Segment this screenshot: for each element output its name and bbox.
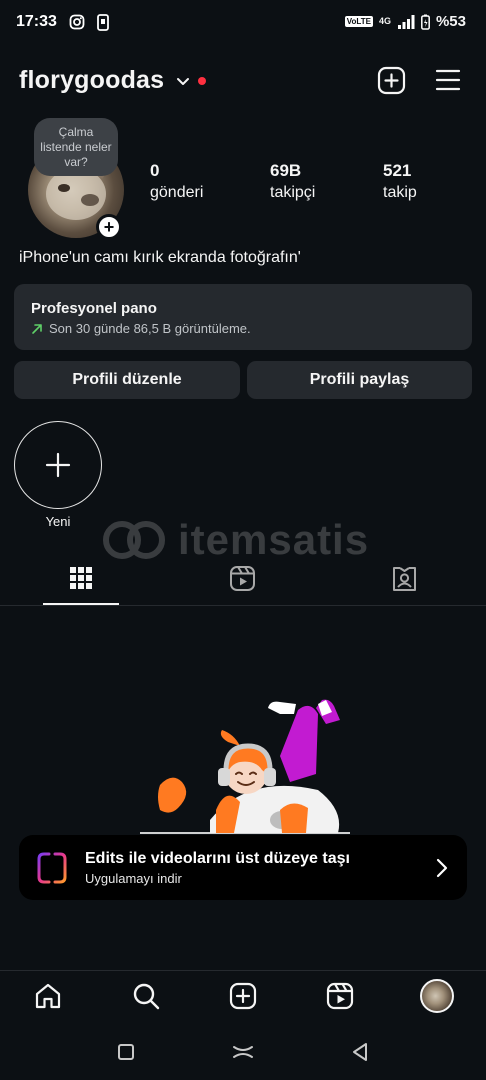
- signal-icon: [397, 14, 415, 29]
- notification-dot: [198, 77, 206, 85]
- profile-bio: iPhone'un camı kırık ekranda fotoğrafın': [19, 249, 301, 266]
- tabs-divider: [0, 605, 486, 606]
- trend-up-icon: [32, 323, 42, 334]
- menu-icon[interactable]: [435, 68, 461, 92]
- note-text: Çalma listende neler var?: [40, 124, 112, 169]
- dashboard-subtitle-row: Son 30 günde 86,5 B görüntüleme.: [31, 321, 251, 336]
- empty-state-illustration: [140, 699, 350, 834]
- active-tab-indicator: [43, 603, 119, 605]
- edit-profile-button[interactable]: Profili düzenle: [14, 361, 240, 399]
- sim-notification-icon: [97, 14, 109, 31]
- profile-note-bubble[interactable]: Çalma listende neler var?: [34, 118, 118, 176]
- professional-dashboard-card[interactable]: Profesyonel pano Son 30 günde 86,5 B gör…: [14, 284, 472, 350]
- tagged-tab-icon[interactable]: [391, 565, 418, 592]
- status-bar: 17:33 VoLTE 4G %53: [0, 0, 486, 48]
- stat-followers-label: takipçi: [270, 184, 316, 201]
- profile-username[interactable]: florygoodas: [19, 66, 164, 95]
- edits-app-banner[interactable]: Edits ile videolarını üst düzeye taşı Uy…: [19, 835, 467, 900]
- battery-level: %53: [435, 13, 466, 30]
- home-nav-button[interactable]: [33, 981, 63, 1011]
- chevron-down-icon[interactable]: [175, 73, 191, 89]
- instagram-notification-icon: [69, 14, 85, 30]
- back-system-icon[interactable]: [351, 1042, 369, 1062]
- grid-tab-icon[interactable]: [69, 566, 93, 590]
- volte-badge: VoLTE: [344, 16, 373, 27]
- watermark: itemsatis: [100, 514, 390, 570]
- battery-icon: [421, 14, 430, 30]
- stat-posts-value: 0: [150, 161, 160, 180]
- system-nav-bar: [0, 1026, 486, 1080]
- dashboard-title: Profesyonel pano: [31, 300, 157, 317]
- banner-subtitle: Uygulamayı indir: [85, 871, 182, 886]
- dashboard-subtitle: Son 30 günde 86,5 B görüntüleme.: [49, 321, 251, 336]
- stat-followers[interactable]: 69B takipçi: [270, 161, 315, 202]
- reels-nav-button[interactable]: [325, 981, 355, 1011]
- share-profile-button[interactable]: Profili paylaş: [247, 361, 472, 399]
- chevron-right-icon: [436, 858, 448, 878]
- create-nav-button[interactable]: [228, 981, 258, 1011]
- home-system-icon[interactable]: [232, 1043, 254, 1061]
- plus-icon: [45, 452, 71, 478]
- stat-followers-value: 69B: [270, 161, 302, 180]
- watermark-text: itemsatis: [178, 516, 370, 563]
- profile-nav-avatar[interactable]: [420, 979, 454, 1013]
- stat-posts[interactable]: 0 gönderi: [150, 161, 203, 202]
- reels-icon: [326, 982, 354, 1010]
- home-icon: [35, 983, 61, 1009]
- status-right: VoLTE 4G %53: [344, 13, 466, 30]
- search-nav-button[interactable]: [131, 981, 161, 1011]
- edits-app-icon: [37, 852, 67, 884]
- network-type: 4G: [378, 16, 391, 26]
- create-new-icon[interactable]: [377, 66, 406, 95]
- recent-apps-icon[interactable]: [117, 1043, 135, 1061]
- search-icon: [133, 983, 160, 1010]
- stat-following-value: 521: [383, 161, 412, 180]
- reels-tab-icon[interactable]: [229, 565, 256, 592]
- stat-following[interactable]: 521 takip: [383, 161, 417, 202]
- banner-title: Edits ile videolarını üst düzeye taşı: [85, 850, 350, 867]
- new-highlight-button[interactable]: [14, 421, 102, 509]
- stat-following-label: takip: [383, 184, 417, 201]
- add-story-icon[interactable]: +: [96, 214, 122, 240]
- stat-posts-label: gönderi: [150, 184, 204, 201]
- status-time: 17:33: [16, 13, 57, 30]
- add-post-icon: [229, 982, 257, 1010]
- new-highlight-label: Yeni: [45, 514, 71, 529]
